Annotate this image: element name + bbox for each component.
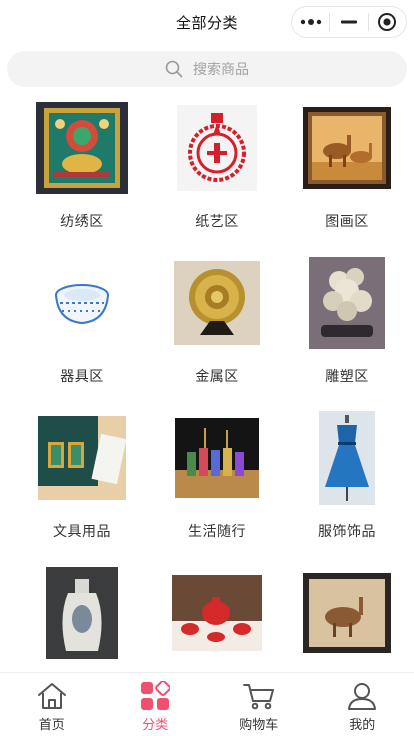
mini-program-capsule bbox=[291, 6, 407, 38]
papercut-thumb bbox=[169, 100, 265, 196]
tab-mine[interactable]: 我的 bbox=[311, 673, 414, 736]
sculpture-thumb bbox=[299, 255, 395, 351]
target-icon bbox=[378, 13, 397, 31]
category-label: 生活随行 bbox=[188, 524, 246, 540]
camel-artwork-thumb bbox=[299, 565, 395, 661]
category-page: 全部分类 搜索商品 纺绣区 纸艺区 图画区 器具区 金属区 雕塑区 文具用品 生… bbox=[0, 0, 414, 736]
user-icon bbox=[348, 683, 377, 710]
category-label: 纸艺区 bbox=[195, 214, 239, 230]
category-item[interactable]: 文具用品 bbox=[12, 410, 152, 565]
camel-painting-thumb bbox=[299, 100, 395, 196]
category-label: 雕塑区 bbox=[325, 369, 369, 385]
more-button[interactable] bbox=[292, 7, 329, 37]
search-icon bbox=[165, 60, 183, 78]
cart-icon bbox=[242, 684, 274, 710]
category-icon bbox=[141, 681, 171, 710]
close-miniprogram-button[interactable] bbox=[369, 7, 406, 37]
category-label: 文具用品 bbox=[53, 524, 111, 540]
minimize-button[interactable] bbox=[330, 7, 367, 37]
category-item[interactable]: 生活随行 bbox=[152, 410, 282, 565]
porcelain-bowl-thumb bbox=[34, 255, 130, 351]
tab-label: 购物车 bbox=[239, 718, 279, 733]
category-label: 金属区 bbox=[195, 369, 239, 385]
category-item[interactable]: 器具区 bbox=[12, 255, 152, 410]
tab-label: 首页 bbox=[38, 718, 65, 733]
category-item[interactable]: 金属区 bbox=[152, 255, 282, 410]
minimize-icon bbox=[340, 20, 357, 24]
category-label: 图画区 bbox=[325, 214, 369, 230]
category-label: 纺绣区 bbox=[60, 214, 104, 230]
vase-thumb bbox=[34, 565, 130, 661]
tab-label: 分类 bbox=[142, 718, 169, 733]
category-item[interactable]: 图画区 bbox=[282, 100, 412, 255]
dress-thumb bbox=[299, 410, 395, 506]
search-placeholder: 搜索商品 bbox=[193, 62, 249, 78]
tab-category[interactable]: 分类 bbox=[104, 673, 208, 736]
more-dots-icon bbox=[300, 19, 321, 25]
tab-label: 我的 bbox=[349, 718, 376, 733]
teaset-thumb bbox=[169, 565, 265, 661]
category-label: 服饰饰品 bbox=[318, 524, 376, 540]
tab-cart[interactable]: 购物车 bbox=[207, 673, 311, 736]
bottom-tab-bar: 首页 分类 购物车 我的 bbox=[0, 672, 414, 736]
search-bar[interactable]: 搜索商品 bbox=[7, 51, 407, 87]
nav-header: 全部分类 bbox=[0, 0, 414, 44]
category-item[interactable]: 服饰饰品 bbox=[282, 410, 412, 565]
category-item[interactable]: 纸艺区 bbox=[152, 100, 282, 255]
daily-goods-thumb bbox=[169, 410, 265, 506]
page-title: 全部分类 bbox=[175, 13, 238, 32]
category-item[interactable]: 雕塑区 bbox=[282, 255, 412, 410]
home-icon bbox=[37, 683, 66, 709]
category-grid: 纺绣区 纸艺区 图画区 器具区 金属区 雕塑区 文具用品 生活随行 服饰饰品 bbox=[0, 100, 414, 720]
metal-plate-thumb bbox=[169, 255, 265, 351]
category-item[interactable]: 纺绣区 bbox=[12, 100, 152, 255]
tab-home[interactable]: 首页 bbox=[0, 673, 104, 736]
thangka-embroidery-thumb bbox=[34, 100, 130, 196]
stationery-thumb bbox=[34, 410, 130, 506]
category-label: 器具区 bbox=[60, 369, 104, 385]
